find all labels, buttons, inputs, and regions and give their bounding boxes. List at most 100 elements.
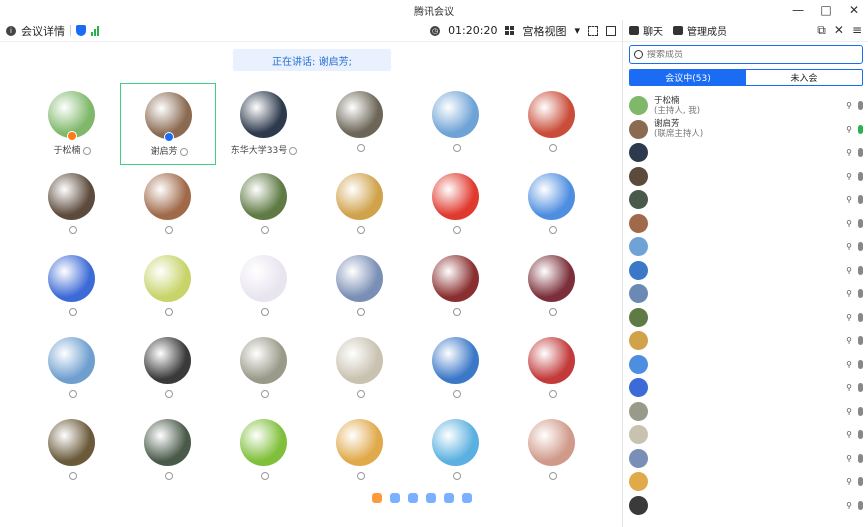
participant-tile[interactable] bbox=[216, 247, 312, 329]
floating-tool-icon[interactable] bbox=[372, 493, 382, 503]
member-row[interactable]: ⚲ bbox=[629, 282, 865, 306]
mic-icon[interactable] bbox=[858, 265, 863, 275]
participant-tile[interactable] bbox=[24, 247, 120, 329]
participant-tile[interactable] bbox=[312, 83, 408, 165]
member-row[interactable]: ⚲ bbox=[629, 329, 865, 353]
mic-icon[interactable] bbox=[858, 101, 863, 111]
mic-icon[interactable] bbox=[858, 171, 863, 181]
fullscreen-icon[interactable] bbox=[588, 25, 598, 36]
floating-tool-icon[interactable] bbox=[444, 493, 454, 503]
member-row[interactable]: ⚲ bbox=[629, 470, 865, 494]
member-row[interactable]: ⚲ bbox=[629, 141, 865, 165]
network-signal-icon[interactable] bbox=[91, 25, 99, 36]
user-icon[interactable]: ⚲ bbox=[846, 148, 852, 157]
participant-tile[interactable] bbox=[504, 329, 600, 411]
participant-tile[interactable] bbox=[120, 411, 216, 493]
floating-tool-icon[interactable] bbox=[426, 493, 436, 503]
member-row[interactable]: ⚲ bbox=[629, 423, 865, 447]
member-row[interactable]: 于松楠 (主持人, 我) ⚲ bbox=[629, 94, 865, 118]
user-icon[interactable]: ⚲ bbox=[846, 454, 852, 463]
user-icon[interactable]: ⚲ bbox=[846, 219, 852, 228]
floating-tool-icon[interactable] bbox=[390, 493, 400, 503]
member-row[interactable]: ⚲ bbox=[629, 165, 865, 189]
member-search[interactable] bbox=[629, 45, 863, 64]
user-icon[interactable]: ⚲ bbox=[846, 172, 852, 181]
member-row[interactable]: 谢启芳 (联席主持人) ⚲ bbox=[629, 118, 865, 142]
participant-tile[interactable] bbox=[24, 411, 120, 493]
minimize-button[interactable]: — bbox=[784, 0, 812, 20]
tab-not-joined[interactable]: 未入会 bbox=[746, 70, 862, 85]
security-shield-icon[interactable] bbox=[76, 25, 86, 36]
participant-tile[interactable]: 东华大学33号 bbox=[216, 83, 312, 165]
info-icon[interactable]: i bbox=[6, 25, 16, 36]
member-row[interactable]: ⚲ bbox=[629, 400, 865, 424]
participant-tile[interactable] bbox=[408, 329, 504, 411]
mic-icon[interactable] bbox=[858, 430, 863, 440]
close-panel-icon[interactable]: ✕ bbox=[834, 23, 844, 38]
more-menu-icon[interactable]: ≡ bbox=[852, 23, 862, 38]
member-row[interactable]: ⚲ bbox=[629, 447, 865, 471]
participant-tile[interactable]: 于松楠 bbox=[24, 83, 120, 165]
maximize-button[interactable]: □ bbox=[812, 0, 840, 20]
participant-tile[interactable] bbox=[408, 247, 504, 329]
mic-icon[interactable] bbox=[858, 500, 863, 510]
member-row[interactable]: ⚲ bbox=[629, 306, 865, 330]
participant-tile[interactable] bbox=[408, 165, 504, 247]
participant-tile[interactable] bbox=[312, 329, 408, 411]
view-mode-selector[interactable]: 宫格视图 bbox=[522, 23, 566, 39]
user-icon[interactable]: ⚲ bbox=[846, 289, 852, 298]
mic-icon[interactable] bbox=[858, 336, 863, 346]
mic-icon[interactable] bbox=[858, 477, 863, 487]
user-icon[interactable]: ⚲ bbox=[846, 360, 852, 369]
participant-tile[interactable] bbox=[408, 411, 504, 493]
user-icon[interactable]: ⚲ bbox=[846, 501, 852, 510]
search-input[interactable] bbox=[647, 49, 847, 60]
participant-tile[interactable] bbox=[120, 329, 216, 411]
participant-tile[interactable] bbox=[120, 247, 216, 329]
user-icon[interactable]: ⚲ bbox=[846, 242, 852, 251]
user-icon[interactable]: ⚲ bbox=[846, 407, 852, 416]
sidebar-toggle-icon[interactable] bbox=[606, 25, 616, 36]
participant-tile[interactable] bbox=[312, 165, 408, 247]
member-row[interactable]: ⚲ bbox=[629, 376, 865, 400]
mic-icon[interactable] bbox=[858, 383, 863, 393]
grid-view-icon[interactable] bbox=[505, 26, 515, 35]
participant-tile[interactable] bbox=[504, 165, 600, 247]
participant-tile[interactable]: 谢启芳 bbox=[120, 83, 216, 165]
mic-icon[interactable] bbox=[858, 148, 863, 158]
member-row[interactable]: ⚲ bbox=[629, 353, 865, 377]
participant-tile[interactable] bbox=[216, 165, 312, 247]
participant-tile[interactable] bbox=[120, 165, 216, 247]
participant-tile[interactable] bbox=[408, 83, 504, 165]
mic-icon[interactable] bbox=[858, 312, 863, 322]
user-icon[interactable]: ⚲ bbox=[846, 336, 852, 345]
member-row[interactable]: ⚲ bbox=[629, 235, 865, 259]
close-window-button[interactable]: ✕ bbox=[840, 0, 868, 20]
user-icon[interactable]: ⚲ bbox=[846, 313, 852, 322]
mic-icon[interactable] bbox=[858, 218, 863, 228]
mic-icon[interactable] bbox=[858, 124, 863, 134]
participant-tile[interactable] bbox=[312, 247, 408, 329]
chevron-down-icon[interactable]: ▾ bbox=[574, 24, 580, 37]
mic-icon[interactable] bbox=[858, 242, 863, 252]
user-icon[interactable]: ⚲ bbox=[846, 430, 852, 439]
user-icon[interactable]: ⚲ bbox=[846, 195, 852, 204]
participant-tile[interactable] bbox=[216, 411, 312, 493]
member-row[interactable]: ⚲ bbox=[629, 212, 865, 236]
participant-tile[interactable] bbox=[504, 247, 600, 329]
floating-tool-icon[interactable] bbox=[462, 493, 472, 503]
tab-members[interactable]: 管理成员 bbox=[673, 23, 727, 38]
mic-icon[interactable] bbox=[858, 406, 863, 416]
floating-tool-icon[interactable] bbox=[408, 493, 418, 503]
mic-icon[interactable] bbox=[858, 289, 863, 299]
participant-tile[interactable] bbox=[504, 83, 600, 165]
mic-icon[interactable] bbox=[858, 195, 863, 205]
user-icon[interactable]: ⚲ bbox=[846, 101, 852, 110]
user-icon[interactable]: ⚲ bbox=[846, 383, 852, 392]
member-row[interactable]: ⚲ bbox=[629, 259, 865, 283]
participant-tile[interactable] bbox=[24, 329, 120, 411]
tab-in-meeting[interactable]: 会议中(53) bbox=[630, 70, 746, 85]
mic-icon[interactable] bbox=[858, 453, 863, 463]
mic-icon[interactable] bbox=[858, 359, 863, 369]
user-icon[interactable]: ⚲ bbox=[846, 266, 852, 275]
